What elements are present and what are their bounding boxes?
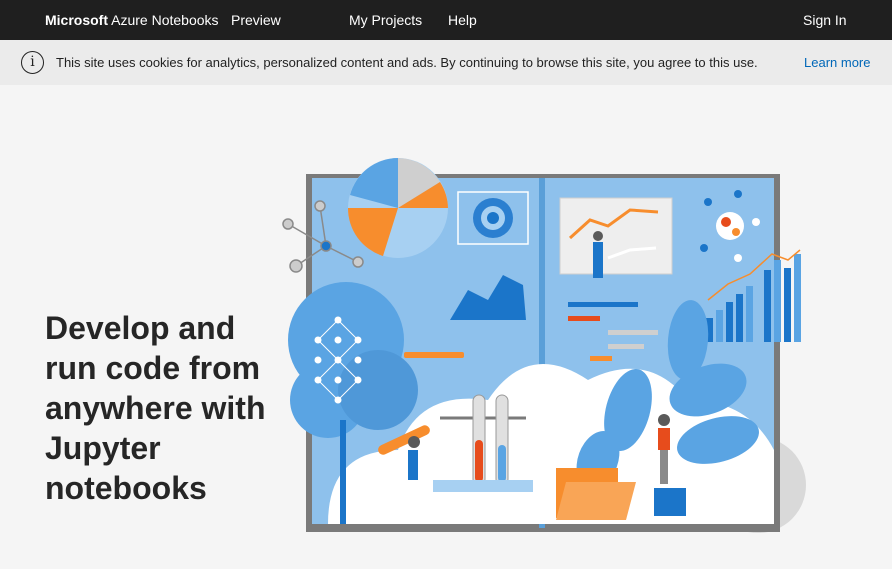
brand-microsoft: Microsoft [45,12,108,28]
my-projects-link[interactable]: My Projects [349,12,422,28]
brand-product: Azure Notebooks [111,12,219,28]
brand-link[interactable]: Microsoft Azure Notebooks [45,12,219,28]
pie-chart [347,158,448,258]
preview-link[interactable]: Preview [231,12,281,28]
help-link[interactable]: Help [448,12,477,28]
top-nav-bar: Microsoft Azure Notebooks Preview My Pro… [0,0,892,40]
hero-title: Develop and run code from anywhere with … [45,310,266,506]
hero-illustration [282,158,806,533]
sign-in-link[interactable]: Sign In [803,12,847,28]
plant-pot [654,488,686,516]
info-icon: i [21,51,44,74]
pencil [404,352,464,358]
cookie-banner: i This site uses cookies for analytics, … [0,40,892,85]
line-chart [559,197,673,278]
learn-more-link[interactable]: Learn more [804,55,870,70]
cookie-message: This site uses cookies for analytics, pe… [56,55,758,70]
